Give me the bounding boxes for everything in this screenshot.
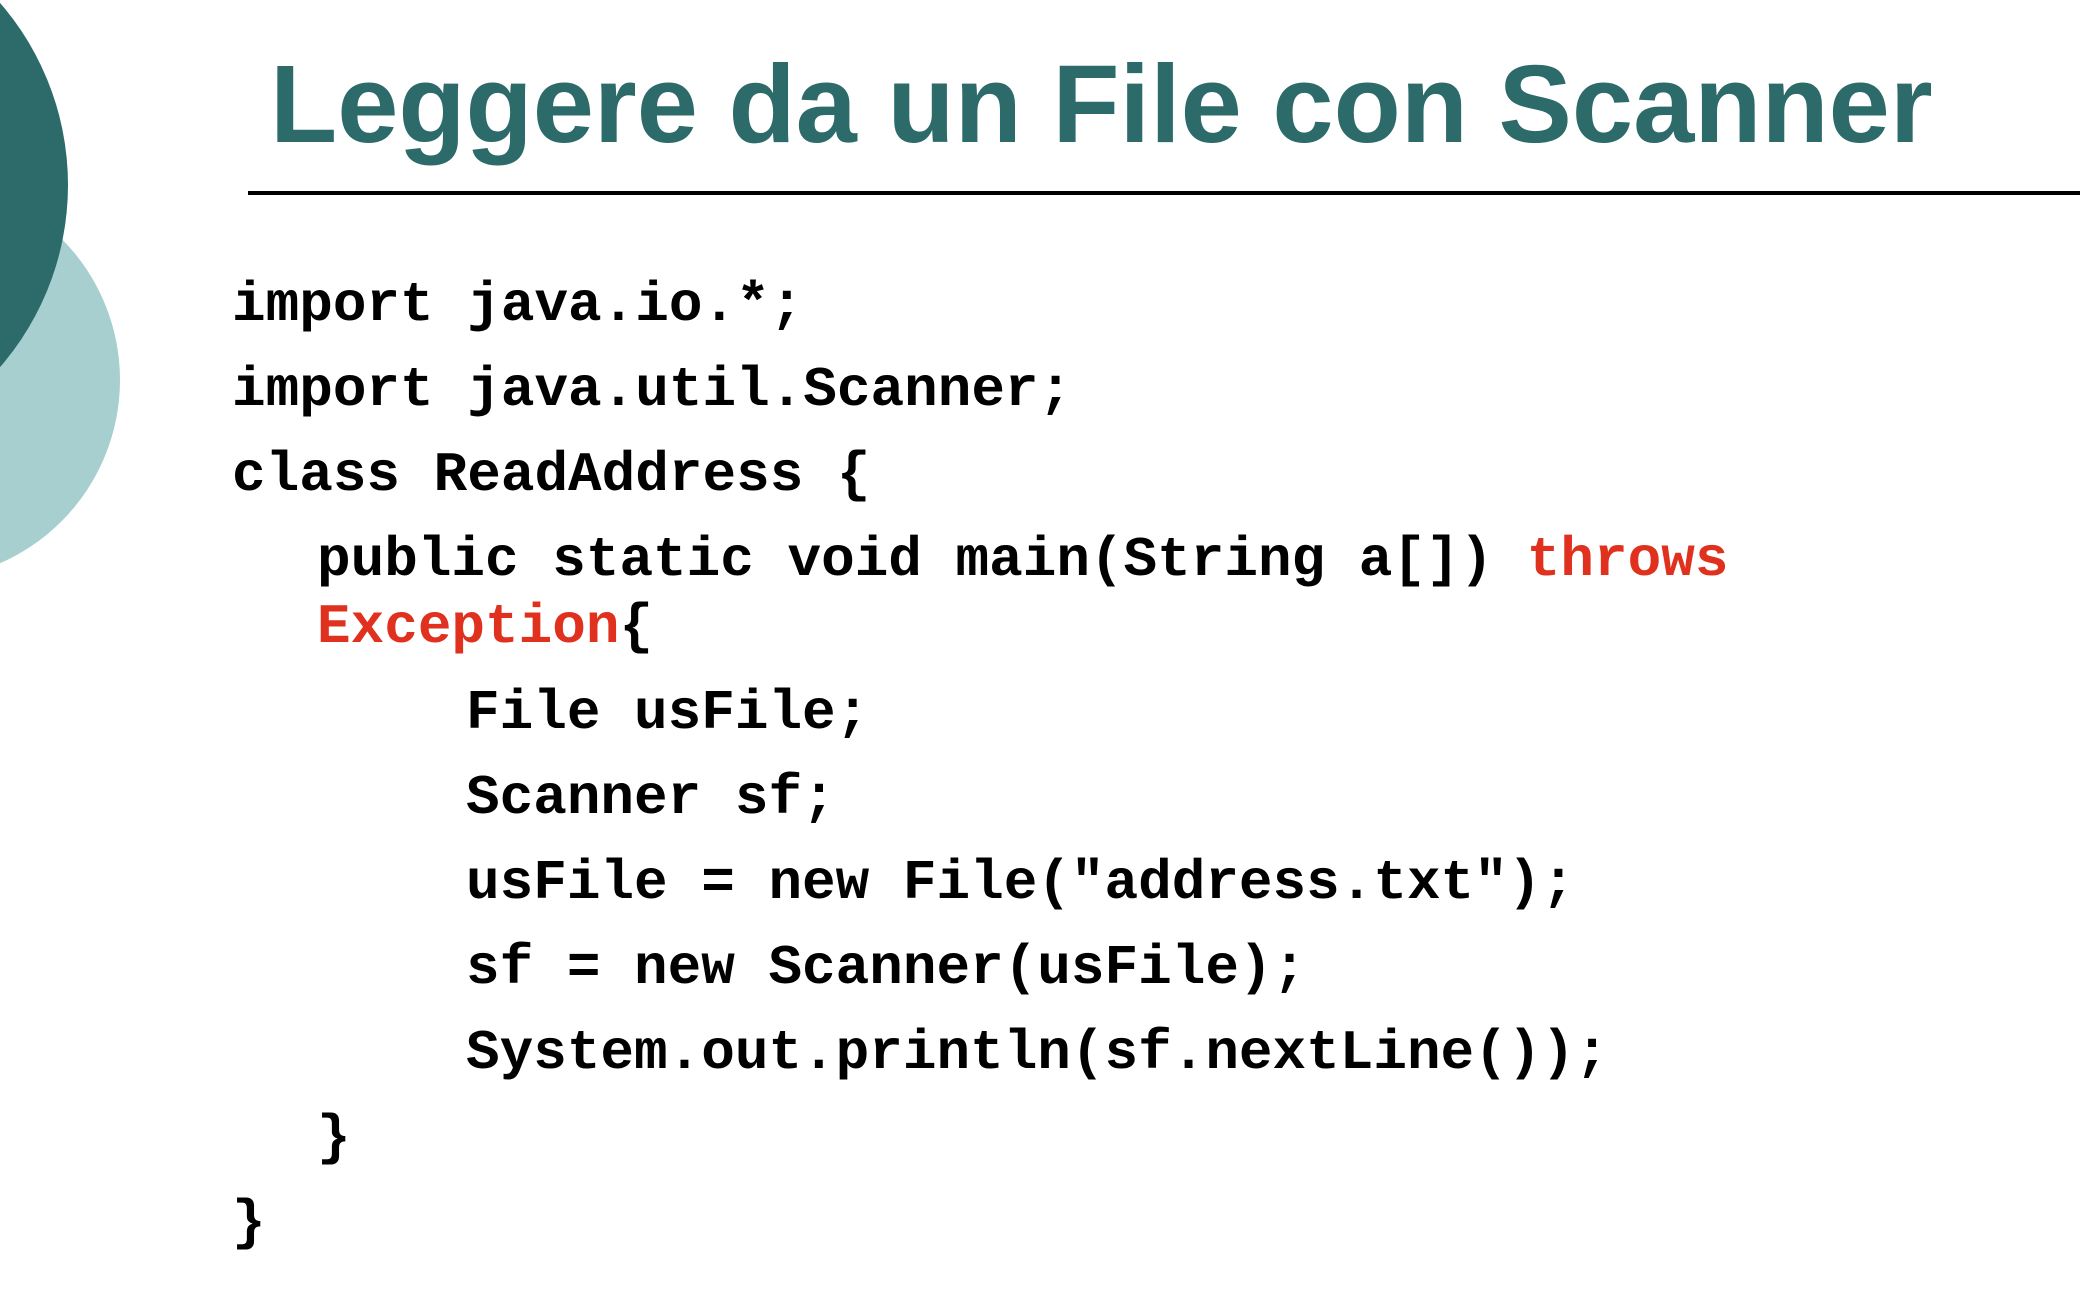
keyword-throws: throws xyxy=(1526,528,1729,592)
code-text: public static void main(String a[]) xyxy=(317,528,1527,592)
code-line: Exception{ xyxy=(317,592,653,662)
code-line: usFile = new File("address.txt"); xyxy=(466,851,1575,915)
code-line: System.out.println(sf.nextLine()); xyxy=(466,1021,1609,1085)
code-line: class ReadAddress { xyxy=(232,443,871,507)
slide-title: Leggere da un File con Scanner xyxy=(270,43,1933,166)
code-line: import java.util.Scanner; xyxy=(232,358,1073,422)
keyword-exception: Exception xyxy=(317,595,620,659)
code-line: } xyxy=(232,1191,266,1255)
code-line: Scanner sf; xyxy=(466,766,836,830)
code-line: public static void main(String a[]) thro… xyxy=(317,525,1728,595)
code-line: import java.io.*; xyxy=(232,273,804,337)
code-text: { xyxy=(619,595,654,659)
code-line: File usFile; xyxy=(466,681,870,745)
decorative-circles xyxy=(0,2,120,564)
code-line: } xyxy=(317,1106,351,1170)
slide: Leggere da un File con Scanner import ja… xyxy=(0,0,2080,1304)
code-line: sf = new Scanner(usFile); xyxy=(466,936,1307,1000)
title-divider xyxy=(248,191,2080,195)
